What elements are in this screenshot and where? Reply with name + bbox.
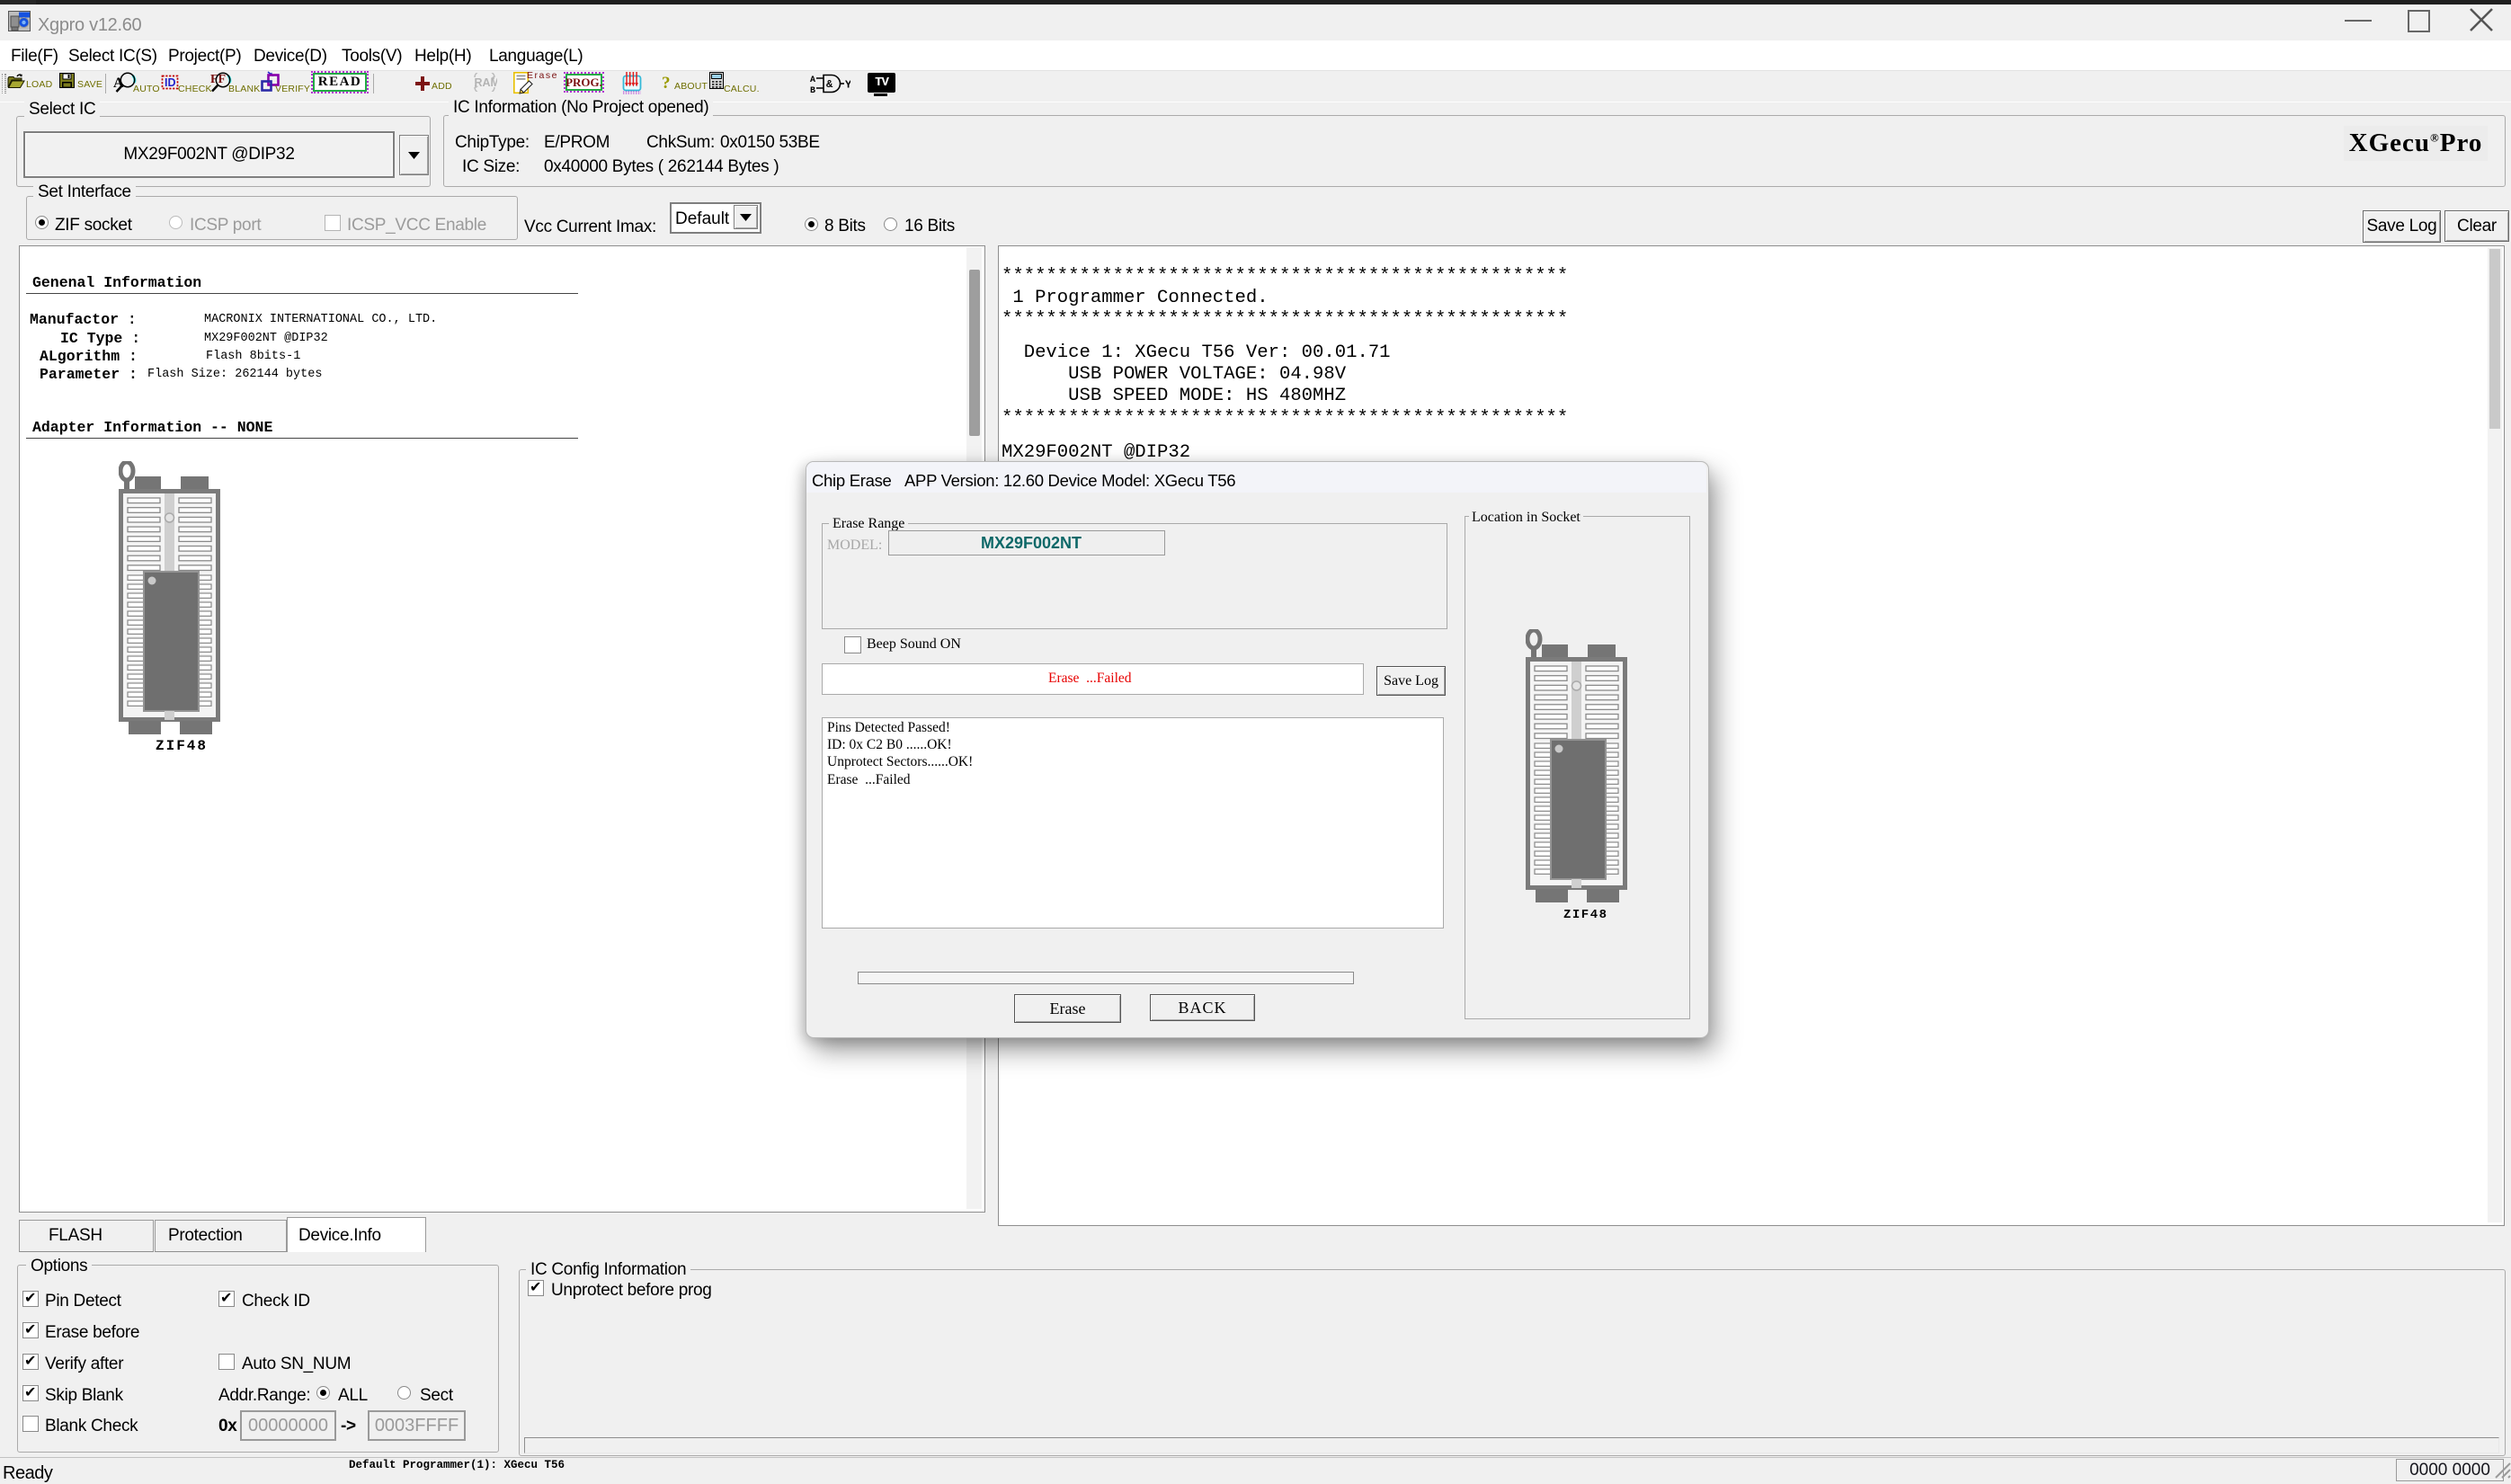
- svg-text:Y: Y: [845, 79, 850, 92]
- svg-text:ID: ID: [165, 76, 176, 89]
- svg-text:A: A: [810, 76, 815, 85]
- svg-text:&: &: [826, 78, 833, 91]
- svg-text:B: B: [810, 86, 815, 93]
- svg-text:RAM: RAM: [475, 76, 498, 89]
